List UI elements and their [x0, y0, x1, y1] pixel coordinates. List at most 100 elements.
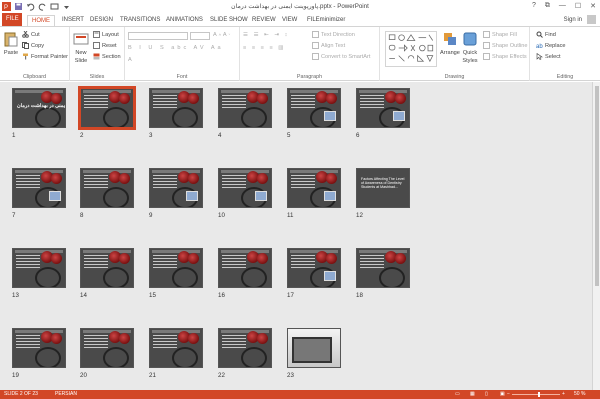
- apple-image: [119, 253, 130, 264]
- copy-button[interactable]: Copy: [22, 42, 44, 49]
- slide-thumbnail[interactable]: [80, 248, 134, 288]
- slide-text: [153, 175, 177, 190]
- slide-thumbnail[interactable]: ایمنی در بهداشت درمان: [12, 88, 66, 128]
- stethoscope-image: [172, 107, 198, 127]
- slide-thumbnail[interactable]: [287, 248, 341, 288]
- arrange-button[interactable]: Arrange: [440, 31, 460, 56]
- font-format-buttons[interactable]: B I U S abc AV Aa: [128, 45, 224, 51]
- slide-thumbnail[interactable]: [80, 328, 134, 368]
- stethoscope-image: [35, 347, 61, 367]
- slide-sorter-view-icon[interactable]: ▦: [470, 390, 475, 399]
- slide-thumbnail[interactable]: [287, 328, 341, 368]
- ribbon-display-icon[interactable]: ⧉: [545, 2, 550, 10]
- maximize-icon[interactable]: ☐: [575, 2, 581, 10]
- sign-in-link[interactable]: Sign in: [564, 17, 582, 23]
- grow-font-button[interactable]: A ^ Aˇ: [213, 32, 230, 38]
- shape-effects-button[interactable]: Shape Effects: [483, 53, 527, 60]
- format-painter-button[interactable]: Format Painter: [22, 53, 68, 60]
- font-size-box[interactable]: [190, 32, 210, 40]
- list-buttons[interactable]: ☰ ☰ ⇤ ⇥ ↕: [243, 32, 289, 38]
- slide-thumbnail[interactable]: [218, 168, 272, 208]
- quick-styles-button[interactable]: Quick Styles: [462, 31, 478, 64]
- slide-number: 6: [356, 132, 360, 139]
- reset-button[interactable]: Reset: [93, 42, 117, 49]
- reading-view-icon[interactable]: ▯: [485, 390, 488, 399]
- section-button[interactable]: Section: [93, 53, 121, 60]
- paintbrush-icon: [23, 53, 28, 60]
- zoom-out-icon[interactable]: −: [507, 390, 510, 399]
- slide-thumbnail[interactable]: [356, 88, 410, 128]
- slide-number: 19: [12, 372, 19, 379]
- zoom-slider-thumb[interactable]: [538, 392, 540, 397]
- tab-insert[interactable]: INSERT: [58, 15, 88, 26]
- slide-thumbnail[interactable]: [149, 328, 203, 368]
- slides-group-label: Slides: [89, 74, 105, 80]
- tab-animations[interactable]: ANIMATIONS: [162, 15, 207, 26]
- help-icon[interactable]: ?: [532, 2, 536, 10]
- slide-thumbnail[interactable]: [356, 248, 410, 288]
- slide-thumbnail[interactable]: [218, 88, 272, 128]
- slide-number: 4: [218, 132, 222, 139]
- zoom-level[interactable]: 50 %: [574, 390, 585, 399]
- stethoscope-image: [103, 107, 129, 127]
- slide-thumbnail[interactable]: [78, 86, 136, 130]
- cut-button[interactable]: Cut: [22, 31, 40, 38]
- slideshow-view-icon[interactable]: ▣: [500, 390, 505, 399]
- slide-thumbnail[interactable]: Factors Affecting The Level of Awareness…: [356, 168, 410, 208]
- shapes-gallery[interactable]: [385, 31, 437, 67]
- tab-transitions[interactable]: TRANSITIONS: [116, 15, 164, 26]
- shape-fill-button[interactable]: Shape Fill: [483, 31, 517, 38]
- tab-slide-show[interactable]: SLIDE SHOW: [206, 15, 252, 26]
- slide-thumbnail[interactable]: [287, 168, 341, 208]
- slide-thumbnail[interactable]: [287, 88, 341, 128]
- select-button[interactable]: Select: [536, 53, 561, 60]
- replace-button[interactable]: ab Replace: [536, 42, 566, 50]
- slide-text: [222, 255, 246, 270]
- slide-thumbnail[interactable]: [149, 248, 203, 288]
- slide-thumbnail[interactable]: [149, 168, 203, 208]
- slide-thumbnail[interactable]: [218, 248, 272, 288]
- slide-picture: [49, 191, 61, 201]
- tab-file[interactable]: FILE: [2, 13, 22, 26]
- align-text-button[interactable]: Align Text: [312, 42, 345, 49]
- tab-review[interactable]: REVIEW: [248, 15, 280, 26]
- apple-image: [257, 173, 268, 184]
- slide-thumbnail[interactable]: [149, 88, 203, 128]
- tab-fileminimizer[interactable]: FILEminimizer: [303, 15, 349, 26]
- scrollbar-thumb[interactable]: [595, 86, 599, 286]
- paste-button[interactable]: Paste: [3, 31, 19, 56]
- find-button[interactable]: Find: [536, 31, 556, 38]
- ribbon-tabs: FILE HOME INSERT DESIGN TRANSITIONS ANIM…: [0, 13, 600, 26]
- text-direction-button[interactable]: Text Direction: [312, 31, 355, 38]
- tab-design[interactable]: DESIGN: [86, 15, 117, 26]
- slide-thumbnail[interactable]: [12, 168, 66, 208]
- avatar[interactable]: [587, 15, 596, 24]
- vertical-scrollbar[interactable]: [592, 82, 600, 390]
- slide-thumbnail[interactable]: [12, 248, 66, 288]
- slide-text: [84, 255, 108, 270]
- slide-thumbnail[interactable]: [80, 168, 134, 208]
- convert-smartart-button[interactable]: Convert to SmartArt: [312, 53, 370, 60]
- tab-home[interactable]: HOME: [27, 15, 55, 26]
- normal-view-icon[interactable]: ▭: [455, 390, 460, 399]
- align-buttons[interactable]: ≡ ≡ ≡ ≡ ▥: [243, 45, 286, 51]
- shape-outline-button[interactable]: Shape Outline: [483, 42, 527, 49]
- slide-number: 15: [149, 292, 156, 299]
- window-controls: ? ⧉ — ☐ ✕: [532, 2, 596, 10]
- apple-image: [326, 253, 337, 264]
- new-slide-button[interactable]: New Slide: [73, 31, 89, 64]
- language-indicator[interactable]: PERSIAN: [55, 390, 77, 399]
- font-name-box[interactable]: [128, 32, 188, 40]
- font-color-button[interactable]: A: [128, 57, 132, 63]
- tab-view[interactable]: VIEW: [278, 15, 301, 26]
- zoom-in-icon[interactable]: +: [562, 390, 565, 399]
- minimize-icon[interactable]: —: [559, 2, 566, 10]
- stethoscope-image: [35, 107, 61, 127]
- stethoscope-image: [379, 267, 405, 287]
- slide-thumbnail[interactable]: [218, 328, 272, 368]
- layout-button[interactable]: Layout: [93, 31, 119, 38]
- close-icon[interactable]: ✕: [590, 2, 596, 10]
- slide-thumbnail[interactable]: [12, 328, 66, 368]
- stethoscope-image: [241, 347, 267, 367]
- zoom-slider[interactable]: [512, 394, 560, 395]
